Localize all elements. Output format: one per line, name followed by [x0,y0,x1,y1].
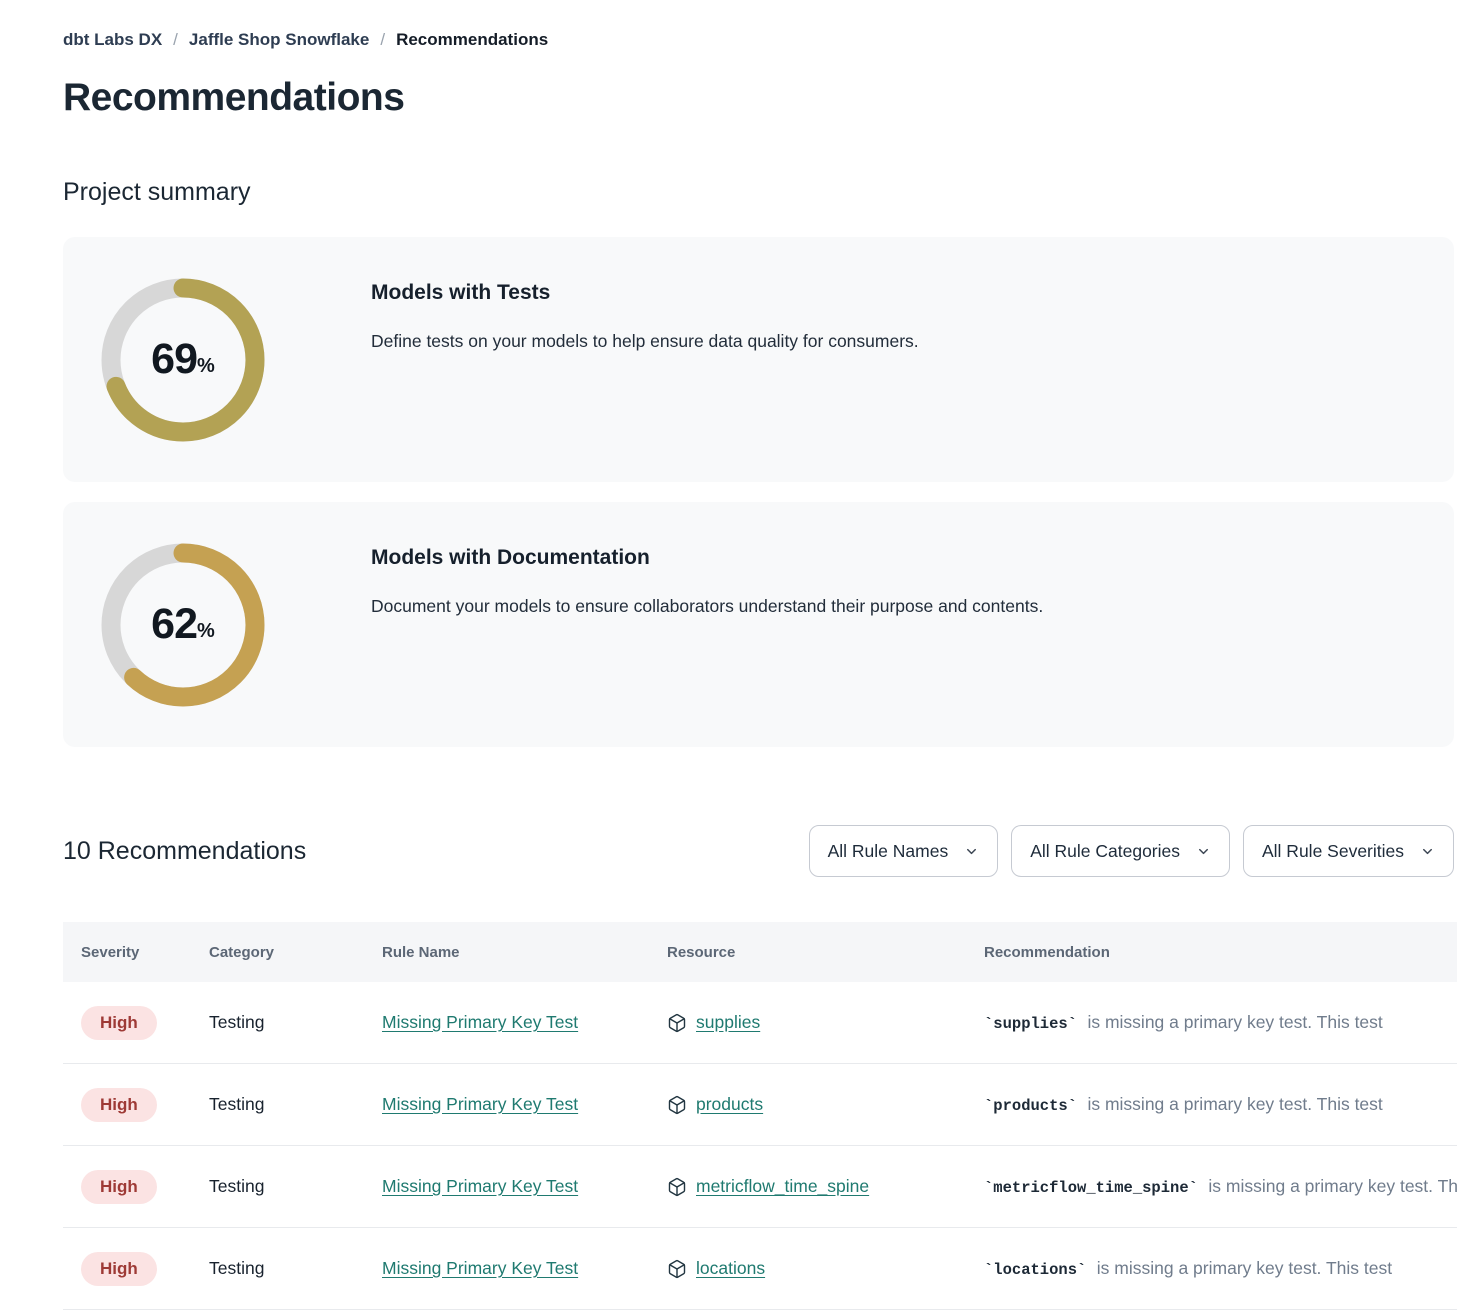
rule-names-filter-dropdown[interactable]: All Rule Names [809,825,999,877]
percent-sign: % [197,620,215,643]
column-header-severity: Severity [81,944,209,961]
breadcrumb-item-org[interactable]: dbt Labs DX [63,30,162,50]
page-title: Recommendations [63,76,1484,120]
table-body: High Testing Missing Primary Key Test su… [63,982,1457,1310]
percent-value: 62 [151,600,197,649]
card-title: Models with Documentation [371,546,1043,570]
rule-name-link[interactable]: Missing Primary Key Test [382,1258,578,1278]
breadcrumb: dbt Labs DX / Jaffle Shop Snowflake / Re… [63,30,1484,50]
card-models-with-documentation: 62 % Models with Documentation Document … [63,502,1454,747]
category-cell: Testing [209,1094,382,1115]
project-summary-heading: Project summary [63,178,1484,207]
recommendation-code: `products` [984,1097,1077,1115]
card-text: Models with Tests Define tests on your m… [371,237,919,352]
table-row: High Testing Missing Primary Key Test lo… [63,1228,1457,1310]
recommendations-page: dbt Labs DX / Jaffle Shop Snowflake / Re… [0,0,1484,1310]
column-header-resource: Resource [667,944,984,961]
column-header-category: Category [209,944,382,961]
rule-name-link[interactable]: Missing Primary Key Test [382,1094,578,1114]
chevron-down-icon [1196,844,1211,859]
recommendation-code: `locations` [984,1261,1086,1279]
resource-link[interactable]: supplies [696,1012,760,1033]
resource-link[interactable]: locations [696,1258,765,1279]
column-header-rule-name: Rule Name [382,944,667,961]
recommendation-cell: `locations` is missing a primary key tes… [984,1258,1457,1279]
recommendation-code: `supplies` [984,1015,1077,1033]
recommendation-text: is missing a primary key test. This test [1087,1094,1382,1114]
recommendations-table: Severity Category Rule Name Resource Rec… [63,922,1457,1310]
rule-categories-filter-dropdown[interactable]: All Rule Categories [1011,825,1230,877]
model-cube-icon [667,1095,687,1115]
percent-value: 69 [151,335,197,384]
model-cube-icon [667,1013,687,1033]
breadcrumb-item-project[interactable]: Jaffle Shop Snowflake [189,30,369,50]
recommendation-text: is missing a primary key test. This test [1208,1176,1457,1196]
filter-bar: All Rule Names All Rule Categories All R… [809,825,1454,877]
model-cube-icon [667,1259,687,1279]
resource-link[interactable]: products [696,1094,763,1115]
recommendation-cell: `products` is missing a primary key test… [984,1094,1457,1115]
chevron-down-icon [1420,844,1435,859]
recommendation-code: `metricflow_time_spine` [984,1179,1198,1197]
rule-name-link[interactable]: Missing Primary Key Test [382,1012,578,1032]
severity-badge: High [81,1006,157,1040]
rule-name-link[interactable]: Missing Primary Key Test [382,1176,578,1196]
filter-label: All Rule Names [828,841,949,862]
severity-badge: High [81,1088,157,1122]
filter-label: All Rule Categories [1030,841,1180,862]
table-row: High Testing Missing Primary Key Test su… [63,982,1457,1064]
breadcrumb-separator: / [173,30,178,50]
table-row: High Testing Missing Primary Key Test me… [63,1146,1457,1228]
donut-percent-label: 62 % [100,542,266,708]
tests-donut-chart: 69 % [100,277,266,443]
docs-donut-chart: 62 % [100,542,266,708]
category-cell: Testing [209,1012,382,1033]
breadcrumb-separator: / [380,30,385,50]
column-header-recommendation: Recommendation [984,944,1457,961]
model-cube-icon [667,1177,687,1197]
recommendations-count-heading: 10 Recommendations [63,837,306,866]
category-cell: Testing [209,1258,382,1279]
recommendations-header: 10 Recommendations All Rule Names All Ru… [63,825,1454,877]
card-models-with-tests: 69 % Models with Tests Define tests on y… [63,237,1454,482]
chevron-down-icon [964,844,979,859]
card-description: Define tests on your models to help ensu… [371,331,919,352]
card-text: Models with Documentation Document your … [371,502,1043,617]
resource-link[interactable]: metricflow_time_spine [696,1176,869,1197]
card-description: Document your models to ensure collabora… [371,596,1043,617]
severity-badge: High [81,1252,157,1286]
percent-sign: % [197,355,215,378]
category-cell: Testing [209,1176,382,1197]
breadcrumb-item-current: Recommendations [396,30,548,50]
rule-severities-filter-dropdown[interactable]: All Rule Severities [1243,825,1454,877]
recommendation-text: is missing a primary key test. This test [1087,1012,1382,1032]
filter-label: All Rule Severities [1262,841,1404,862]
table-row: High Testing Missing Primary Key Test pr… [63,1064,1457,1146]
donut-percent-label: 69 % [100,277,266,443]
severity-badge: High [81,1170,157,1204]
recommendation-text: is missing a primary key test. This test [1097,1258,1392,1278]
project-summary-cards: 69 % Models with Tests Define tests on y… [63,237,1454,747]
recommendation-cell: `supplies` is missing a primary key test… [984,1012,1457,1033]
recommendation-cell: `metricflow_time_spine` is missing a pri… [984,1176,1457,1197]
table-header-row: Severity Category Rule Name Resource Rec… [63,922,1457,982]
card-title: Models with Tests [371,281,919,305]
